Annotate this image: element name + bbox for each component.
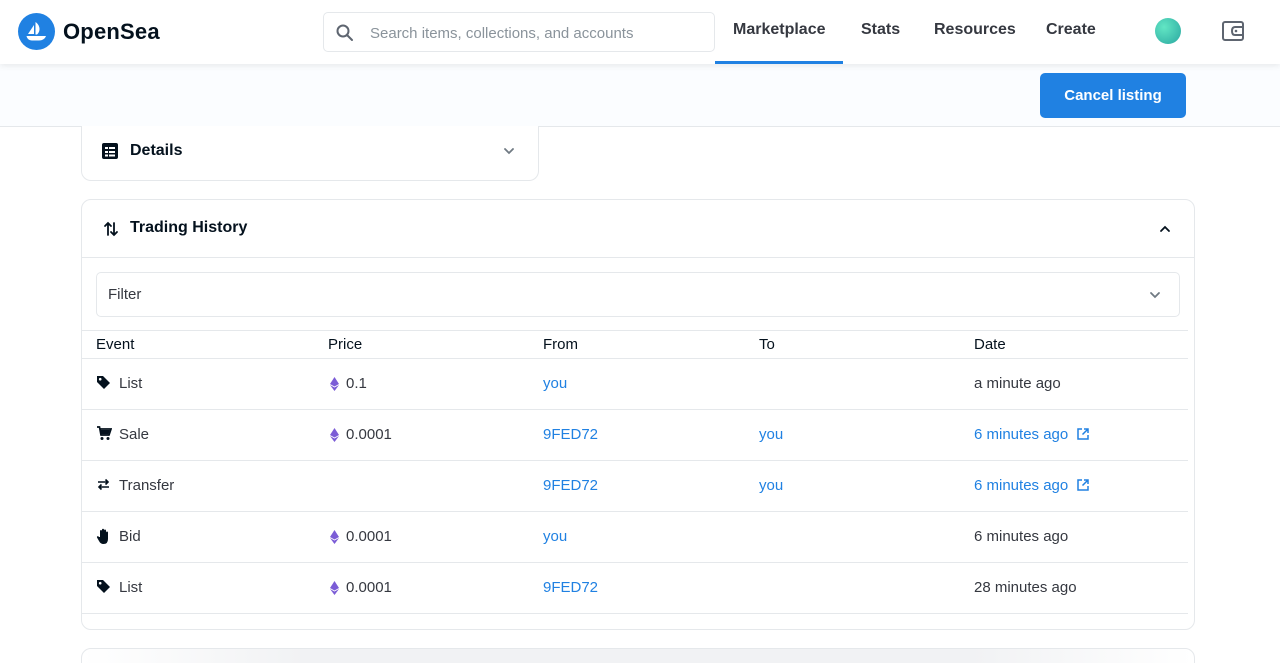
trading-history-header[interactable]: Trading History: [82, 200, 1194, 258]
chevron-down-icon[interactable]: [502, 144, 516, 158]
date-value: a minute ago: [974, 375, 1061, 392]
table-row: List 0.1 you a minute ago: [82, 359, 1188, 410]
external-link-icon[interactable]: [1076, 478, 1090, 492]
profile-avatar[interactable]: [1155, 18, 1181, 44]
table-row: Sale 0.0001 9FED72 you 6 minutes ago: [82, 410, 1188, 461]
details-icon: [102, 143, 118, 159]
event-label: List: [119, 579, 143, 596]
date-link[interactable]: 6 minutes ago: [974, 426, 1068, 443]
chevron-up-icon[interactable]: [1158, 222, 1172, 236]
opensea-logo-icon[interactable]: [18, 13, 55, 50]
date-value: 6 minutes ago: [974, 528, 1069, 545]
active-tab-indicator: [715, 61, 843, 64]
listing-action-bar: Cancel listing: [0, 64, 1280, 127]
date-value: 28 minutes ago: [974, 579, 1077, 596]
price-value: 0.0001: [346, 426, 392, 443]
from-link[interactable]: 9FED72: [543, 579, 598, 596]
cancel-listing-button[interactable]: Cancel listing: [1040, 73, 1186, 118]
top-navbar: OpenSea Marketplace Stats Resources Crea…: [0, 0, 1280, 64]
column-price: Price: [328, 336, 363, 353]
from-link[interactable]: you: [543, 375, 567, 392]
trading-history-title: Trading History: [130, 219, 248, 236]
nav-resources[interactable]: Resources: [934, 21, 1016, 39]
details-panel[interactable]: Details: [81, 126, 539, 181]
cart-icon: [97, 426, 112, 440]
chevron-down-icon: [1150, 292, 1160, 299]
external-link-icon[interactable]: [1076, 427, 1090, 441]
brand-name[interactable]: OpenSea: [63, 19, 160, 45]
from-link[interactable]: you: [543, 528, 567, 545]
table-row: List 0.0001 9FED72 28 minutes ago: [82, 563, 1188, 614]
ethereum-icon: [330, 377, 339, 391]
event-filter-dropdown[interactable]: Filter: [96, 272, 1180, 317]
event-label: Sale: [119, 426, 150, 443]
wallet-icon[interactable]: [1221, 20, 1245, 42]
from-link[interactable]: 9FED72: [543, 426, 598, 443]
search-icon: [336, 24, 353, 41]
table-row: Bid 0.0001 you 6 minutes ago: [82, 512, 1188, 563]
event-label: List: [119, 375, 143, 392]
column-event: Event: [96, 336, 135, 353]
nav-marketplace[interactable]: Marketplace: [733, 21, 826, 39]
column-date: Date: [974, 336, 1006, 353]
ethereum-icon: [330, 428, 339, 442]
search-input[interactable]: [370, 22, 700, 44]
to-link[interactable]: you: [759, 477, 783, 494]
event-label: Bid: [119, 528, 141, 545]
to-link[interactable]: you: [759, 426, 783, 443]
column-to: To: [759, 336, 775, 353]
search-bar[interactable]: [323, 12, 715, 52]
ethereum-icon: [330, 530, 339, 544]
filter-label: Filter: [108, 286, 142, 303]
trading-history-panel: Trading History Filter Event Price From …: [81, 199, 1195, 630]
price-value: 0.1: [346, 375, 367, 392]
nav-create[interactable]: Create: [1046, 21, 1096, 39]
tag-icon: [97, 376, 110, 389]
next-panel: [81, 648, 1195, 663]
price-value: 0.0001: [346, 579, 392, 596]
column-from: From: [543, 336, 578, 353]
ethereum-icon: [330, 581, 339, 595]
swap-vertical-icon: [104, 221, 118, 237]
details-title: Details: [130, 142, 183, 159]
from-link[interactable]: 9FED72: [543, 477, 598, 494]
tag-icon: [97, 580, 110, 593]
nav-stats[interactable]: Stats: [861, 21, 900, 39]
date-link[interactable]: 6 minutes ago: [974, 477, 1068, 494]
table-row: Transfer 9FED72 you 6 minutes ago: [82, 461, 1188, 512]
price-value: 0.0001: [346, 528, 392, 545]
table-header: Event Price From To Date: [82, 330, 1188, 359]
event-label: Transfer: [119, 477, 175, 494]
hand-icon: [96, 528, 108, 544]
transfer-icon: [97, 478, 110, 491]
